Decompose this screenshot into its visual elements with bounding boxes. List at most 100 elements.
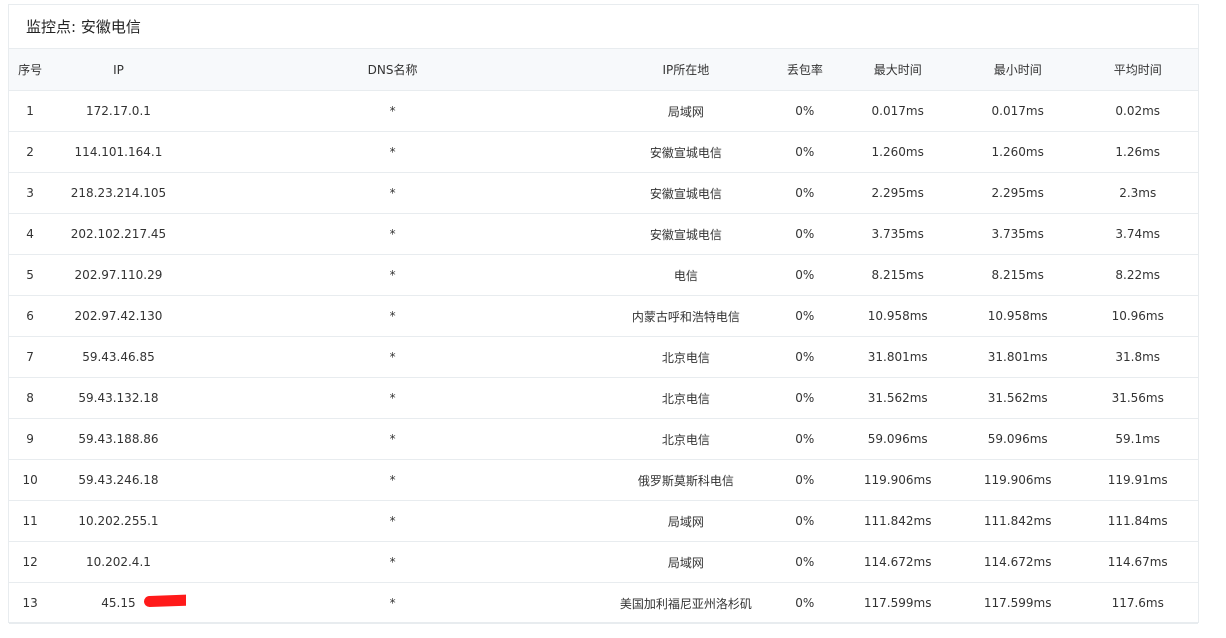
table-row: 4 202.102.217.45 * 安徽宣城电信 0% 3.735ms 3.735ms 3.… (9, 213, 1198, 255)
cell-min-time: 114.672ms (957, 541, 1078, 583)
table-row: 10 59.43.246.18 * 俄罗斯莫斯科电信 0% 119.906ms 119.90… (9, 459, 1198, 501)
cell-packet-loss: 0% (772, 541, 838, 583)
cell-ip: 114.101.164.1 (51, 131, 186, 173)
cell-avg-time: 0.02ms (1077, 90, 1198, 132)
cell-index: 6 (9, 295, 52, 337)
column-header-ip: IP (51, 49, 186, 91)
column-header-max-time: 最大时间 (837, 49, 958, 91)
cell-ip-location: 安徽宣城电信 (599, 172, 773, 214)
cell-packet-loss: 0% (772, 377, 838, 419)
cell-index: 13 (9, 582, 52, 624)
column-header-loss: 丢包率 (772, 49, 838, 91)
cell-ip-location: 俄罗斯莫斯科电信 (599, 459, 773, 501)
cell-max-time: 59.096ms (837, 418, 958, 460)
cell-min-time: 119.906ms (957, 459, 1078, 501)
cell-ip-location: 美国加利福尼亚州洛杉矶 (599, 582, 773, 624)
cell-min-time: 59.096ms (957, 418, 1078, 460)
cell-packet-loss: 0% (772, 295, 838, 337)
cell-ip-location: 内蒙古呼和浩特电信 (599, 295, 773, 337)
cell-min-time: 0.017ms (957, 90, 1078, 132)
cell-ip: 202.97.110.29 (51, 254, 186, 296)
monitor-panel: 监控点: 安徽电信 序号 IP DNS名称 IP所在地 丢包率 最大时间 最小时… (8, 4, 1199, 624)
table-row: 13 45.15 * 美国加利福尼亚州洛杉矶 0% 117.599ms 117.599ms 1… (9, 582, 1198, 624)
cell-min-time: 111.842ms (957, 500, 1078, 542)
column-header-dns: DNS名称 (185, 49, 600, 91)
cell-ip: 202.97.42.130 (51, 295, 186, 337)
cell-packet-loss: 0% (772, 459, 838, 501)
redaction-mark (144, 593, 186, 608)
cell-packet-loss: 0% (772, 582, 838, 624)
cell-ip: 59.43.246.18 (51, 459, 186, 501)
cell-min-time: 1.260ms (957, 131, 1078, 173)
cell-index: 3 (9, 172, 52, 214)
cell-packet-loss: 0% (772, 131, 838, 173)
cell-ip-location: 局域网 (599, 500, 773, 542)
cell-avg-time: 117.6ms (1077, 582, 1198, 624)
cell-max-time: 31.562ms (837, 377, 958, 419)
cell-ip-location: 电信 (599, 254, 773, 296)
cell-ip: 59.43.132.18 (51, 377, 186, 419)
cell-index: 4 (9, 213, 52, 255)
cell-max-time: 114.672ms (837, 541, 958, 583)
cell-max-time: 1.260ms (837, 131, 958, 173)
cell-packet-loss: 0% (772, 213, 838, 255)
cell-index: 11 (9, 500, 52, 542)
cell-avg-time: 119.91ms (1077, 459, 1198, 501)
cell-dns-name: * (185, 418, 600, 460)
cell-avg-time: 31.8ms (1077, 336, 1198, 378)
cell-packet-loss: 0% (772, 418, 838, 460)
cell-packet-loss: 0% (772, 90, 838, 132)
cell-dns-name: * (185, 172, 600, 214)
cell-ip: 10.202.4.1 (51, 541, 186, 583)
cell-min-time: 3.735ms (957, 213, 1078, 255)
table-row: 8 59.43.132.18 * 北京电信 0% 31.562ms 31.562ms 31.5… (9, 377, 1198, 419)
table-row: 7 59.43.46.85 * 北京电信 0% 31.801ms 31.801ms 31.8m… (9, 336, 1198, 378)
cell-index: 12 (9, 541, 52, 583)
panel-title: 监控点: 安徽电信 (9, 5, 1198, 49)
cell-ip-location: 北京电信 (599, 377, 773, 419)
table-header-row: 序号 IP DNS名称 IP所在地 丢包率 最大时间 最小时间 平均时间 (9, 49, 1198, 91)
cell-min-time: 8.215ms (957, 254, 1078, 296)
cell-index: 1 (9, 90, 52, 132)
cell-dns-name: * (185, 213, 600, 255)
cell-max-time: 31.801ms (837, 336, 958, 378)
cell-ip: 10.202.255.1 (51, 500, 186, 542)
cell-max-time: 3.735ms (837, 213, 958, 255)
cell-avg-time: 59.1ms (1077, 418, 1198, 460)
cell-avg-time: 31.56ms (1077, 377, 1198, 419)
cell-index: 2 (9, 131, 52, 173)
cell-min-time: 10.958ms (957, 295, 1078, 337)
cell-dns-name: * (185, 459, 600, 501)
cell-ip: 45.15 (51, 582, 186, 624)
cell-ip: 202.102.217.45 (51, 213, 186, 255)
cell-packet-loss: 0% (772, 254, 838, 296)
cell-dns-name: * (185, 336, 600, 378)
cell-ip: 59.43.188.86 (51, 418, 186, 460)
cell-min-time: 31.801ms (957, 336, 1078, 378)
cell-max-time: 119.906ms (837, 459, 958, 501)
cell-max-time: 2.295ms (837, 172, 958, 214)
cell-dns-name: * (185, 377, 600, 419)
traceroute-table: 序号 IP DNS名称 IP所在地 丢包率 最大时间 最小时间 平均时间 1 17… (9, 49, 1198, 624)
column-header-index: 序号 (9, 49, 52, 91)
table-row: 5 202.97.110.29 * 电信 0% 8.215ms 8.215ms 8.22ms (9, 254, 1198, 296)
cell-min-time: 31.562ms (957, 377, 1078, 419)
cell-avg-time: 111.84ms (1077, 500, 1198, 542)
cell-ip-location: 安徽宣城电信 (599, 213, 773, 255)
cell-index: 9 (9, 418, 52, 460)
cell-packet-loss: 0% (772, 500, 838, 542)
cell-index: 7 (9, 336, 52, 378)
cell-ip: 218.23.214.105 (51, 172, 186, 214)
cell-min-time: 2.295ms (957, 172, 1078, 214)
cell-dns-name: * (185, 582, 600, 624)
cell-max-time: 111.842ms (837, 500, 958, 542)
column-header-min-time: 最小时间 (957, 49, 1078, 91)
cell-dns-name: * (185, 541, 600, 583)
cell-avg-time: 8.22ms (1077, 254, 1198, 296)
cell-dns-name: * (185, 90, 600, 132)
cell-max-time: 0.017ms (837, 90, 958, 132)
cell-ip: 59.43.46.85 (51, 336, 186, 378)
cell-ip-location: 北京电信 (599, 418, 773, 460)
cell-max-time: 117.599ms (837, 582, 958, 624)
cell-index: 10 (9, 459, 52, 501)
